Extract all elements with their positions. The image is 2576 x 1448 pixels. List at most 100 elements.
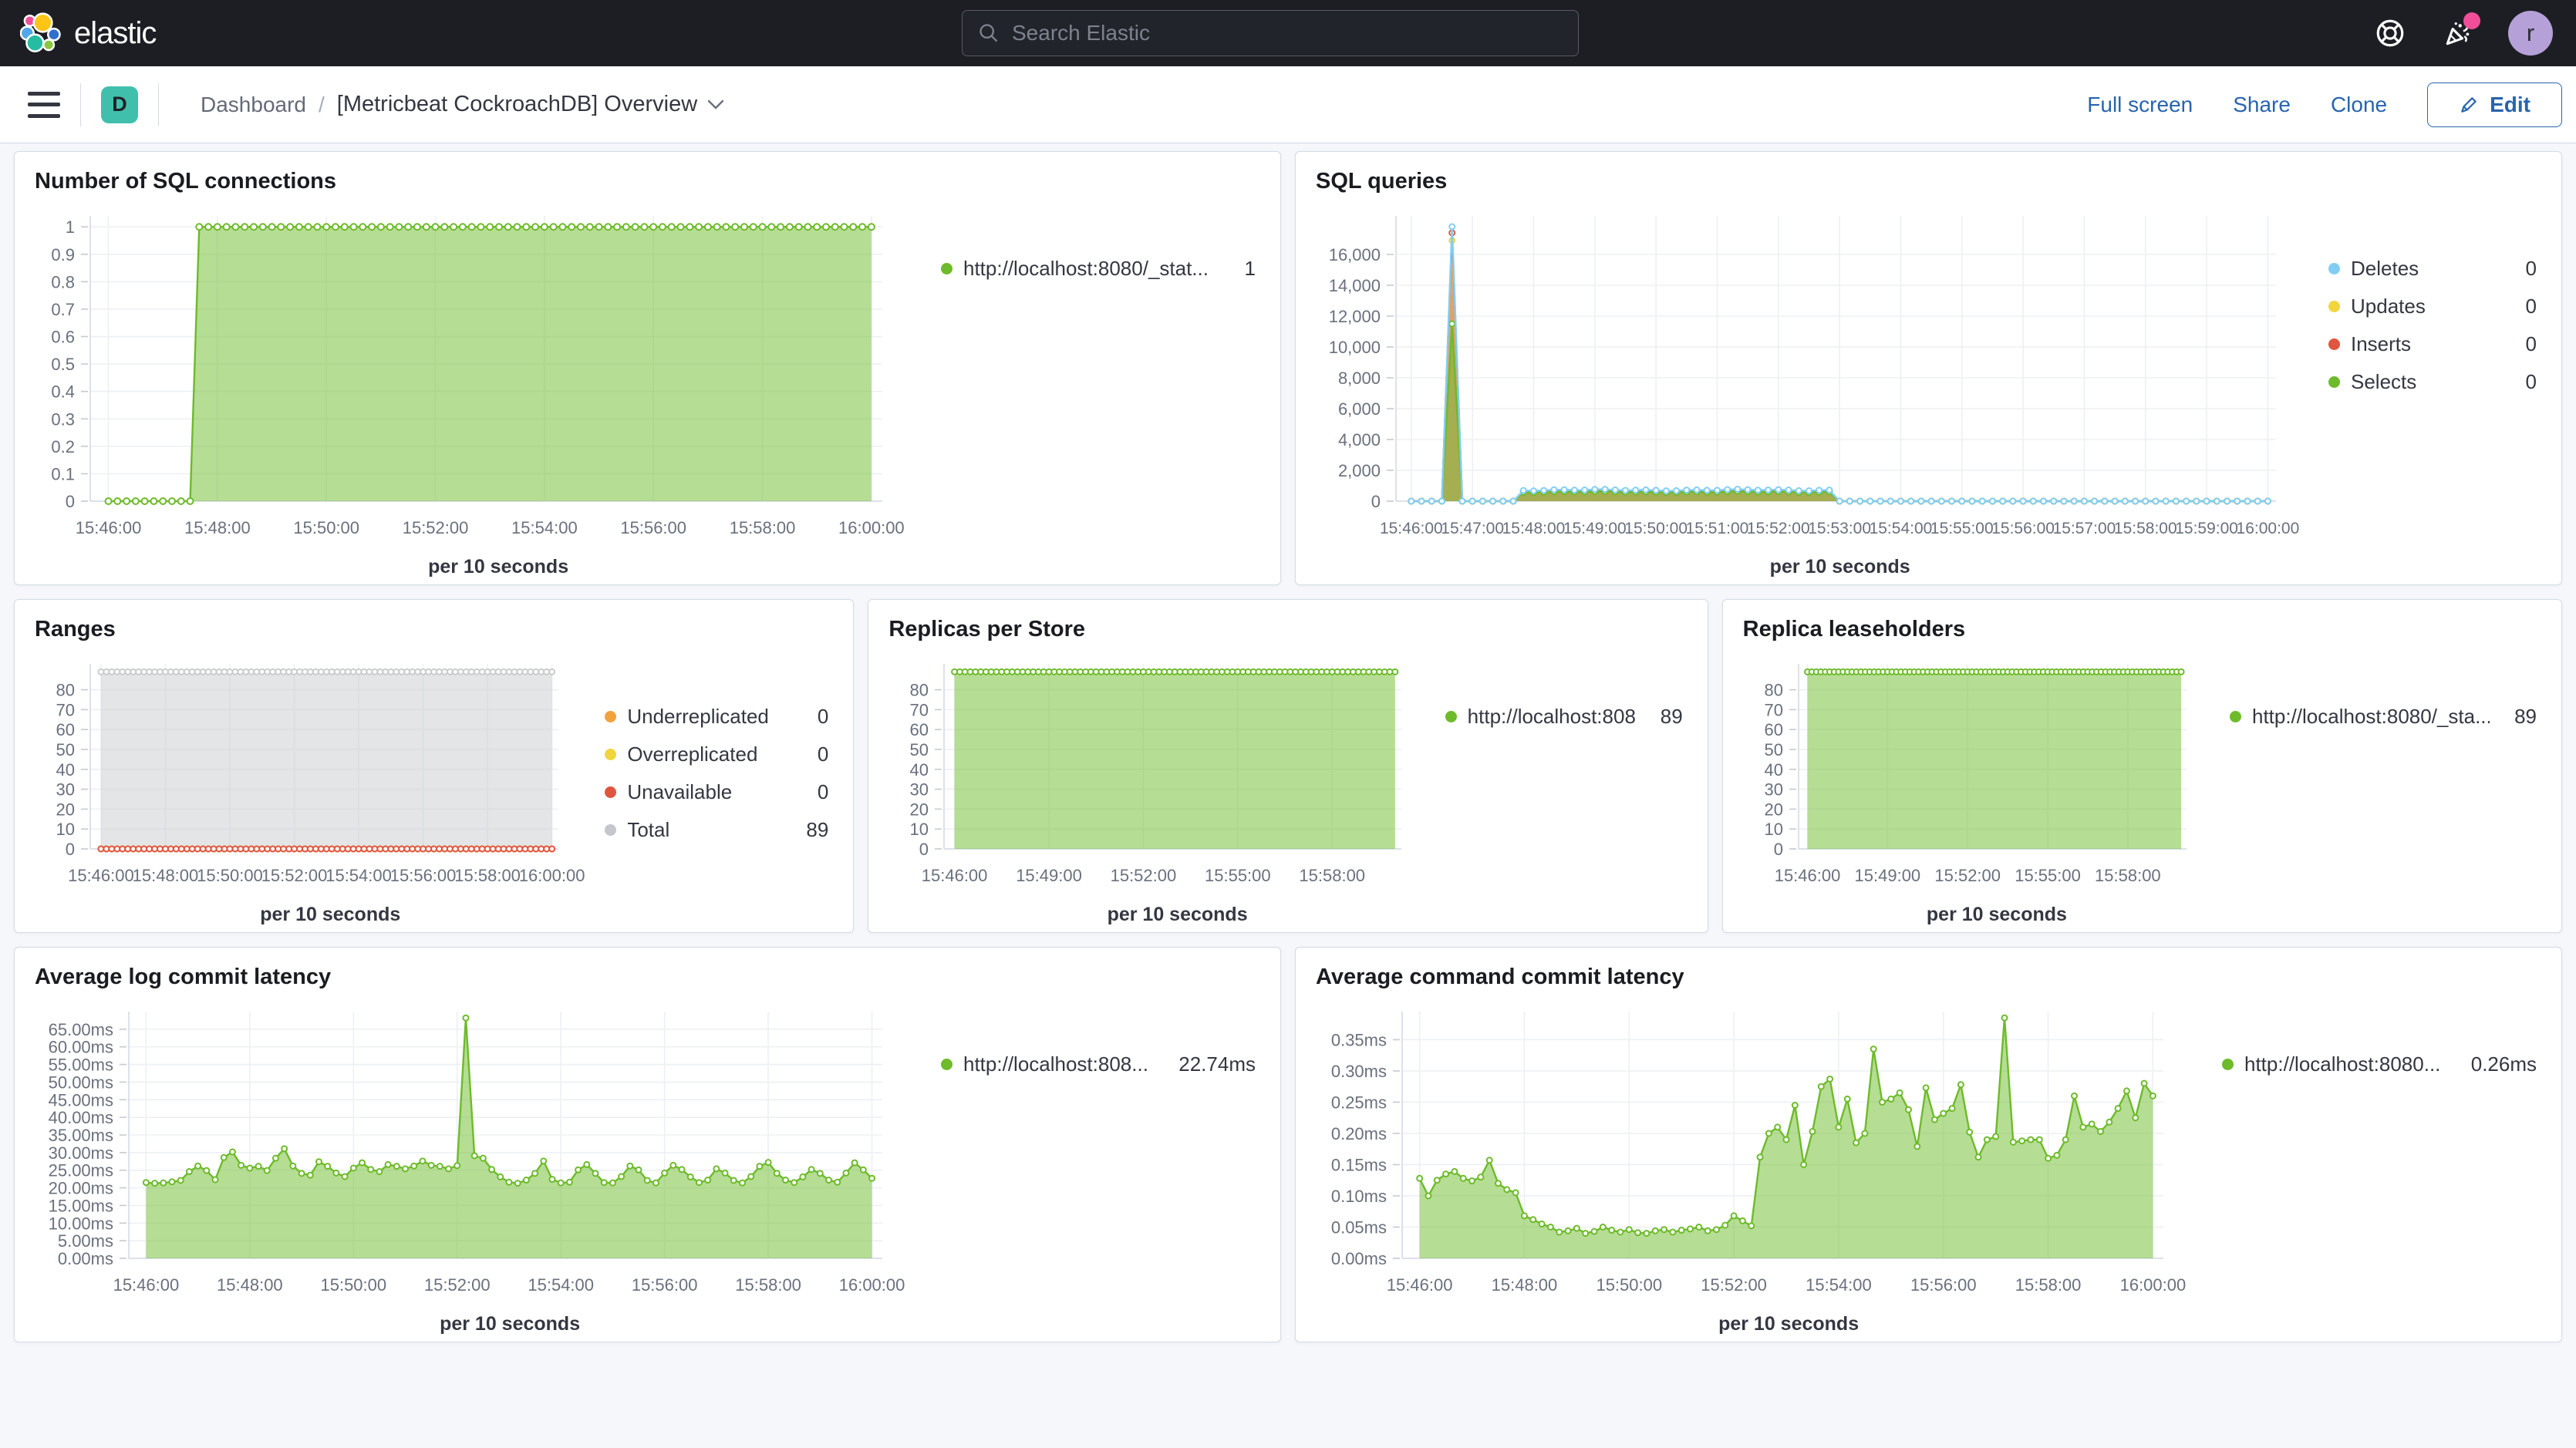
- x-axis-unit-label: per 10 seconds: [1316, 556, 2316, 578]
- chart-svg: 0.35ms0.30ms0.25ms0.20ms0.15ms0.10ms0.05…: [1316, 992, 2210, 1308]
- legend-item[interactable]: http://localhost:8080/_stat...1: [936, 250, 1260, 288]
- edit-button[interactable]: Edit: [2427, 83, 2562, 127]
- svg-text:20.00ms: 20.00ms: [49, 1179, 113, 1198]
- legend-series-value: 0: [2512, 370, 2537, 394]
- x-axis-unit-label: per 10 seconds: [1316, 1313, 2210, 1335]
- legend-item[interactable]: Updates0: [2324, 288, 2541, 325]
- legend-item[interactable]: http://localhost:8080/_sta...89: [2225, 698, 2541, 736]
- svg-text:40: 40: [56, 760, 75, 780]
- full-screen-button[interactable]: Full screen: [2087, 93, 2193, 117]
- legend-series-label: Unavailable: [627, 780, 732, 804]
- svg-text:0.3: 0.3: [51, 409, 75, 429]
- svg-text:14,000: 14,000: [1329, 276, 1381, 295]
- legend-item[interactable]: Unavailable 0: [600, 773, 833, 811]
- chart-canvas[interactable]: 10.90.80.70.60.50.40.30.20.1015:46:0015:…: [35, 196, 929, 554]
- news-icon[interactable]: [2440, 15, 2476, 51]
- user-avatar[interactable]: r: [2508, 11, 2553, 56]
- chart-svg: 8070605040302010015:46:0015:48:0015:50:0…: [35, 644, 592, 898]
- legend-series-label: http://localhost:808...: [963, 1052, 1148, 1076]
- legend-item[interactable]: Inserts0: [2324, 325, 2541, 363]
- legend-item[interactable]: Deletes 0: [2324, 250, 2541, 288]
- clone-button[interactable]: Clone: [2331, 93, 2387, 117]
- svg-text:0.15ms: 0.15ms: [1331, 1155, 1387, 1174]
- chart-legend: http://localhost:8080/_sta...89: [1433, 644, 1688, 926]
- chart-canvas[interactable]: 16,00014,00012,00010,0008,0006,0004,0002…: [1316, 196, 2316, 554]
- page-title-text: [Metricbeat CockroachDB] Overview: [337, 92, 697, 117]
- panel-title: SQL queries: [1316, 169, 2541, 194]
- svg-text:15:52:00: 15:52:00: [1934, 866, 2001, 885]
- legend-series-value: 0: [804, 780, 828, 804]
- svg-text:15:46:00: 15:46:00: [113, 1275, 180, 1295]
- svg-text:15:50:00: 15:50:00: [1596, 1275, 1662, 1295]
- svg-text:16:00:00: 16:00:00: [839, 1275, 905, 1295]
- chart-canvas[interactable]: 65.00ms60.00ms55.00ms50.00ms45.00ms40.00…: [35, 992, 929, 1312]
- svg-text:0.1: 0.1: [51, 464, 75, 483]
- svg-text:40: 40: [1764, 760, 1782, 780]
- chart-svg: 8070605040302010015:46:0015:49:0015:52:0…: [1743, 644, 2217, 898]
- svg-text:16:00:00: 16:00:00: [2120, 1275, 2187, 1295]
- divider: [80, 83, 81, 126]
- legend-series-dot: [941, 1059, 953, 1070]
- svg-text:0.35ms: 0.35ms: [1331, 1030, 1387, 1049]
- svg-text:16:00:00: 16:00:00: [2237, 520, 2300, 537]
- svg-text:30.00ms: 30.00ms: [49, 1143, 113, 1163]
- svg-text:15:58:00: 15:58:00: [730, 518, 796, 537]
- help-icon[interactable]: [2372, 15, 2408, 51]
- chart-canvas[interactable]: 8070605040302010015:46:0015:49:0015:52:0…: [888, 644, 1432, 902]
- svg-text:0: 0: [1773, 840, 1782, 859]
- legend-series-value: 0: [2512, 257, 2537, 281]
- chart-canvas[interactable]: 0.35ms0.30ms0.25ms0.20ms0.15ms0.10ms0.05…: [1316, 992, 2210, 1312]
- svg-text:15:47:00: 15:47:00: [1441, 520, 1504, 537]
- svg-text:15:59:00: 15:59:00: [2175, 520, 2238, 537]
- svg-text:10,000: 10,000: [1329, 338, 1381, 357]
- legend-item[interactable]: http://localhost:8080...0.26ms: [2217, 1046, 2541, 1083]
- legend-series-value: 89: [1647, 705, 1683, 729]
- dashboard-app-badge[interactable]: D: [101, 86, 138, 123]
- svg-text:15:54:00: 15:54:00: [528, 1275, 594, 1295]
- breadcrumb-dashboard[interactable]: Dashboard: [201, 93, 306, 117]
- chart-canvas[interactable]: 8070605040302010015:46:0015:49:0015:52:0…: [1743, 644, 2217, 902]
- elastic-brand[interactable]: elastic: [0, 12, 156, 54]
- legend-series-dot: [2328, 263, 2340, 274]
- svg-text:15:46:00: 15:46:00: [68, 866, 134, 885]
- chart-legend: Deletes 0 Updates0Inserts0Selects0: [2316, 196, 2541, 578]
- legend-item[interactable]: http://localhost:8080/_sta...89: [1441, 698, 1688, 736]
- legend-item[interactable]: http://localhost:808...22.74ms: [936, 1046, 1260, 1083]
- chart-canvas[interactable]: 8070605040302010015:46:0015:48:0015:50:0…: [35, 644, 592, 902]
- legend-series-dot: [1445, 711, 1457, 722]
- svg-text:15:58:00: 15:58:00: [2095, 866, 2161, 885]
- panel-title: Replicas per Store: [888, 617, 1687, 642]
- chart-svg: 16,00014,00012,00010,0008,0006,0004,0002…: [1316, 196, 2316, 551]
- search-input[interactable]: Search Elastic: [962, 10, 1579, 56]
- svg-text:15:54:00: 15:54:00: [511, 518, 578, 537]
- svg-text:15:52:00: 15:52:00: [261, 866, 328, 885]
- legend-item[interactable]: Total89: [600, 811, 833, 849]
- panel-row-1: Number of SQL connections10.90.80.70.60.…: [14, 151, 2562, 585]
- legend-series-label: Deletes: [2351, 257, 2419, 281]
- legend-item[interactable]: Selects0: [2324, 363, 2541, 401]
- chart-legend: http://localhost:808...22.74ms: [929, 992, 1260, 1335]
- svg-text:15:56:00: 15:56:00: [390, 866, 457, 885]
- svg-text:0.30ms: 0.30ms: [1331, 1062, 1387, 1081]
- svg-text:10: 10: [910, 820, 929, 839]
- svg-text:15:48:00: 15:48:00: [1502, 520, 1566, 537]
- legend-series-value: 0: [804, 705, 828, 729]
- svg-text:15:52:00: 15:52:00: [1747, 520, 1810, 537]
- page-title[interactable]: [Metricbeat CockroachDB] Overview: [337, 92, 725, 117]
- svg-text:4,000: 4,000: [1338, 430, 1381, 450]
- svg-text:20: 20: [56, 800, 75, 819]
- svg-text:15:52:00: 15:52:00: [1701, 1275, 1767, 1295]
- share-button[interactable]: Share: [2233, 93, 2291, 117]
- svg-text:15:58:00: 15:58:00: [2114, 520, 2177, 537]
- svg-text:15:49:00: 15:49:00: [1017, 866, 1083, 885]
- app-header: elastic Search Elastic: [0, 0, 2576, 66]
- chart-legend: http://localhost:8080/_sta...89: [2217, 644, 2541, 926]
- panel-0: Number of SQL connections10.90.80.70.60.…: [14, 151, 1281, 585]
- menu-button[interactable]: [28, 92, 60, 118]
- svg-text:15:58:00: 15:58:00: [2015, 1275, 2082, 1295]
- breadcrumb: Dashboard / [Metricbeat CockroachDB] Ove…: [201, 92, 725, 117]
- legend-series-label: Overreplicated: [627, 743, 757, 766]
- legend-item[interactable]: Underreplicated0: [600, 698, 833, 736]
- svg-text:10: 10: [1764, 820, 1782, 839]
- legend-item[interactable]: Overreplicated0: [600, 736, 833, 773]
